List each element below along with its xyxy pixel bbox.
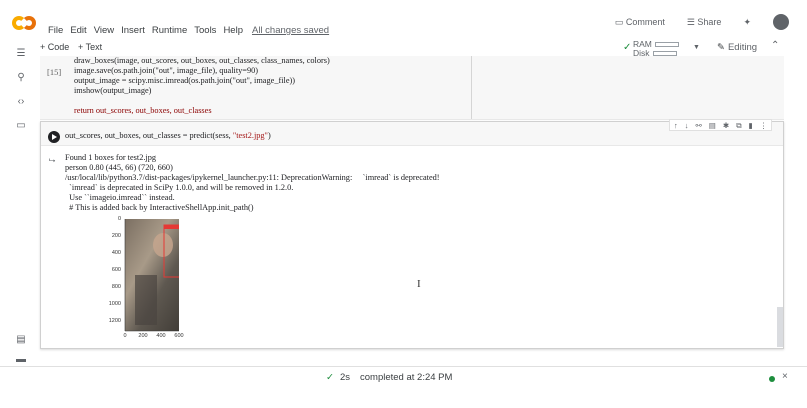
add-code-button[interactable]: + Code bbox=[40, 42, 69, 52]
code-line: out_scores, out_boxes, out_classes = pre… bbox=[65, 131, 271, 141]
code-line: draw_boxes(image, out_scores, out_boxes,… bbox=[74, 56, 330, 65]
terminal-icon[interactable]: ▬ bbox=[15, 354, 27, 366]
notebook-toolbar: + Code + Text bbox=[40, 40, 807, 56]
colab-logo[interactable] bbox=[12, 14, 40, 30]
detection-label-bg bbox=[164, 225, 179, 229]
y-tick-label: 0 bbox=[117, 216, 121, 222]
x-tick-label: 400 bbox=[156, 333, 166, 339]
x-tick-label: 200 bbox=[138, 333, 148, 339]
left-rail: ☰ ⚲ ‹› ▭ ▤ ▬ bbox=[0, 40, 40, 370]
share-label: Share bbox=[697, 16, 722, 27]
y-tick-label: 600 bbox=[111, 267, 121, 273]
chevron-down-icon[interactable]: ▼ bbox=[693, 44, 700, 51]
status-bar: ✓ 2s completed at 2:24 PM × bbox=[0, 366, 807, 388]
menu-tools[interactable]: Tools bbox=[194, 25, 216, 36]
execution-status: completed at 2:24 PM bbox=[360, 372, 453, 383]
move-up-icon[interactable]: ↑ bbox=[674, 121, 678, 130]
text-cursor-icon: I bbox=[417, 278, 421, 290]
run-cell-button[interactable] bbox=[48, 131, 60, 143]
photo-face bbox=[153, 233, 173, 257]
cell-toolbar: ↑ ↓ ⚯ ▤ ✱ ⧉ ▮ ⋮ bbox=[669, 119, 773, 131]
output-figure: 0 200 400 600 800 1000 1200 0 200 400 60… bbox=[93, 215, 184, 345]
mirror-icon[interactable]: ⧉ bbox=[736, 121, 741, 130]
output-line: # This is added back by InteractiveShell… bbox=[65, 203, 254, 212]
link-icon[interactable]: ⚯ bbox=[696, 121, 702, 130]
y-tick-label: 200 bbox=[111, 233, 121, 239]
ram-bar bbox=[654, 42, 679, 48]
comment-icon[interactable]: ▤ bbox=[709, 121, 716, 130]
settings-icon[interactable]: ✦ bbox=[743, 17, 751, 28]
x-tick-label: 600 bbox=[174, 333, 184, 339]
comment-label: Comment bbox=[625, 16, 665, 27]
cell-divider bbox=[471, 56, 472, 119]
more-icon[interactable]: ⋮ bbox=[760, 121, 768, 130]
connection-status-dot bbox=[769, 376, 775, 382]
menu-help[interactable]: Help bbox=[223, 25, 243, 36]
editing-label: Editing bbox=[727, 42, 758, 53]
code-snippets-icon[interactable]: ‹› bbox=[15, 96, 27, 108]
close-icon[interactable]: × bbox=[782, 371, 788, 382]
code-text: ) bbox=[267, 131, 271, 140]
x-tick-label: 0 bbox=[123, 333, 127, 339]
toc-icon[interactable]: ☰ bbox=[15, 48, 27, 60]
output-line: /usr/local/lib/python3.7/dist-packages/i… bbox=[65, 173, 440, 182]
code-line: imshow(output_image) bbox=[74, 86, 152, 95]
y-tick-label: 1200 bbox=[108, 318, 121, 324]
output-line: Use ``imageio.imread`` instead. bbox=[65, 193, 175, 202]
y-tick-label: 400 bbox=[111, 250, 121, 256]
menu-file[interactable]: File bbox=[48, 25, 63, 36]
add-text-button[interactable]: + Text bbox=[78, 42, 102, 52]
menu-edit[interactable]: Edit bbox=[70, 25, 86, 36]
output-line: person 0.80 (445, 66) (720, 660) bbox=[65, 163, 173, 172]
header-actions: ▭ Comment ☰ Share ✦ bbox=[615, 14, 789, 30]
check-icon: ✓ bbox=[326, 372, 334, 383]
files-icon[interactable]: ▭ bbox=[15, 120, 27, 132]
comment-button[interactable]: ▭ Comment bbox=[615, 17, 665, 28]
editing-mode-button[interactable]: ✎ Editing bbox=[717, 42, 757, 53]
output-scrollbar[interactable] bbox=[777, 307, 783, 347]
share-button[interactable]: ☰ Share bbox=[687, 17, 722, 28]
menu-bar: File Edit View Insert Runtime Tools Help… bbox=[48, 25, 329, 36]
menu-view[interactable]: View bbox=[94, 25, 114, 36]
delete-icon[interactable]: ▮ bbox=[749, 121, 753, 130]
code-line: return out_scores, out_boxes, out_classe… bbox=[74, 106, 212, 115]
execution-count: [15] bbox=[47, 67, 62, 77]
search-icon[interactable]: ⚲ bbox=[15, 72, 27, 84]
code-line: output_image = scipy.misc.imread(os.path… bbox=[74, 76, 296, 85]
menu-runtime[interactable]: Runtime bbox=[152, 25, 187, 36]
code-editor[interactable]: out_scores, out_boxes, out_classes = pre… bbox=[41, 119, 783, 146]
connected-check-icon: ✓ bbox=[623, 42, 632, 53]
code-text: out_scores, out_boxes, out_classes = pre… bbox=[65, 131, 233, 140]
pencil-icon: ✎ bbox=[717, 42, 725, 53]
output-line: Found 1 boxes for test2.jpg bbox=[65, 153, 157, 162]
avatar[interactable] bbox=[773, 14, 789, 30]
execution-duration: 2s bbox=[340, 372, 351, 383]
save-status[interactable]: All changes saved bbox=[252, 25, 329, 36]
code-line: image.save(os.path.join("out", image_fil… bbox=[74, 66, 259, 75]
y-tick-label: 800 bbox=[111, 284, 121, 290]
output-clear-icon[interactable]: ⮡ bbox=[49, 156, 55, 166]
settings-icon[interactable]: ✱ bbox=[723, 121, 729, 130]
output-line: `imread` is deprecated in SciPy 1.0.0, a… bbox=[65, 183, 294, 192]
move-down-icon[interactable]: ↓ bbox=[685, 121, 689, 130]
code-cell-1[interactable]: [15] draw_boxes(image, out_scores, out_b… bbox=[40, 56, 784, 120]
menu-insert[interactable]: Insert bbox=[121, 25, 145, 36]
code-cell-2[interactable]: out_scores, out_boxes, out_classes = pre… bbox=[40, 119, 784, 349]
photo-shadow bbox=[135, 275, 157, 325]
collapse-header-icon[interactable]: ⌃ bbox=[771, 40, 779, 51]
y-tick-label: 1000 bbox=[108, 301, 121, 307]
command-palette-icon[interactable]: ▤ bbox=[15, 334, 27, 346]
code-string: "test2.jpg" bbox=[232, 131, 268, 140]
